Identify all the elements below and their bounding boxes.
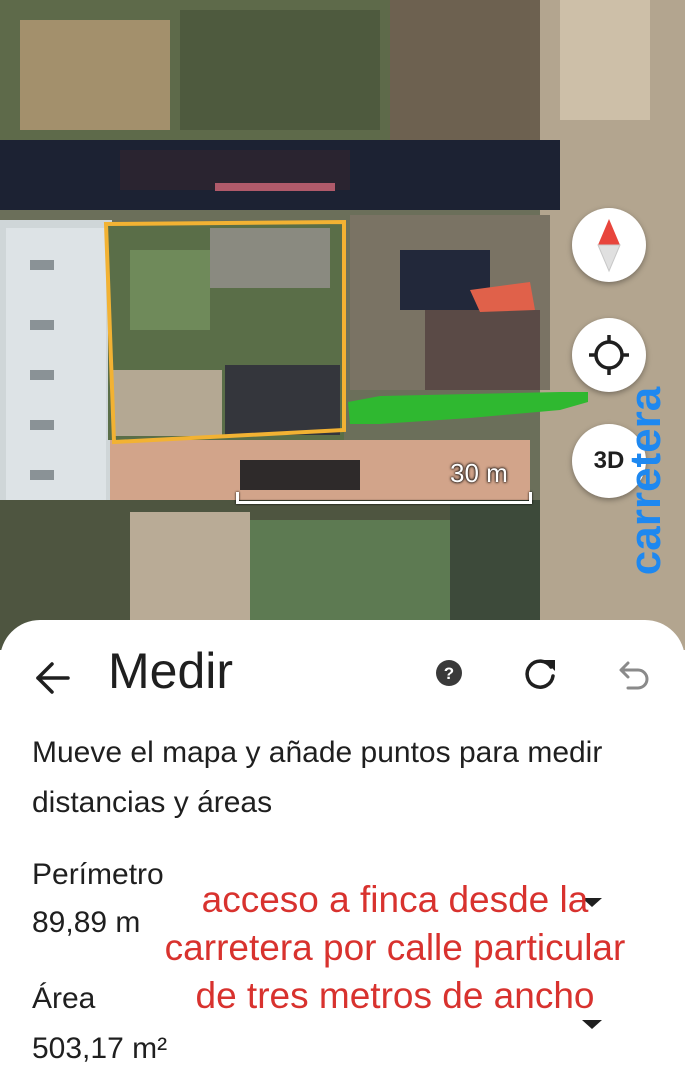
page-title: Medir [108, 643, 234, 699]
compass-icon [597, 219, 621, 273]
measure-bottom-sheet: Medir ? Mueve el mapa y añade puntos par… [0, 620, 685, 1080]
scale-label: 30 m [450, 458, 508, 488]
instructions-text: Mueve el mapa y añade puntos para medir … [32, 736, 603, 819]
arrow-back-icon[interactable] [30, 656, 74, 700]
road-annotation: carretera [616, 366, 676, 596]
scale-bar [236, 492, 532, 504]
area-value: 503,17 m² [32, 1032, 168, 1065]
satellite-imagery [0, 0, 685, 650]
map-scale: 30 m [236, 458, 532, 506]
perimeter-label: Perímetro [32, 858, 164, 891]
svg-text:?: ? [444, 664, 454, 683]
road-annotation-text: carretera [621, 386, 670, 576]
satellite-map[interactable]: 3D 30 m carretera [0, 0, 685, 650]
handwritten-note: acceso a finca desde la carretera por ca… [164, 879, 626, 1016]
perimeter-value: 89,89 m [32, 906, 141, 939]
help-icon[interactable]: ? [434, 658, 464, 688]
chevron-down-icon[interactable] [582, 1020, 602, 1029]
area-label: Área [32, 982, 96, 1015]
compass-button[interactable] [572, 208, 646, 282]
refresh-icon[interactable] [520, 654, 560, 694]
undo-icon[interactable] [612, 654, 652, 694]
